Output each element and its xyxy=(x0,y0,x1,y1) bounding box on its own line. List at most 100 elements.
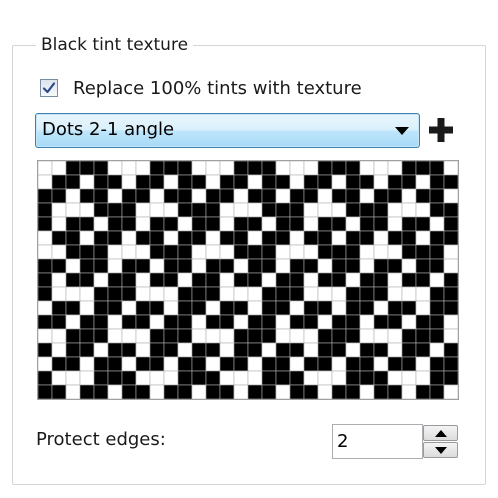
pattern-cell xyxy=(247,216,263,232)
pattern-cell xyxy=(443,202,458,218)
pattern-cell xyxy=(233,230,249,246)
texture-dropdown[interactable]: Dots 2-1 angle xyxy=(35,113,420,148)
pattern-cell xyxy=(205,272,221,288)
pattern-cell xyxy=(331,286,347,302)
pattern-cell xyxy=(205,244,221,260)
pattern-cell xyxy=(79,356,95,372)
pattern-cell xyxy=(51,328,67,344)
pattern-cell xyxy=(303,244,319,260)
pattern-cell xyxy=(317,216,333,232)
pattern-cell xyxy=(149,230,165,246)
pattern-cell xyxy=(177,286,193,302)
pattern-cell xyxy=(163,230,179,246)
pattern-cell xyxy=(443,384,458,399)
pattern-cell xyxy=(401,286,417,302)
pattern-cell xyxy=(107,244,123,260)
pattern-cell xyxy=(317,244,333,260)
pattern-cell xyxy=(135,244,151,260)
pattern-cell xyxy=(233,300,249,316)
pattern-cell xyxy=(429,258,445,274)
pattern-cell xyxy=(387,202,403,218)
chevron-down-icon xyxy=(395,127,409,135)
pattern-cell xyxy=(373,258,389,274)
replace-tints-checkbox-row[interactable]: Replace 100% tints with texture xyxy=(40,76,362,100)
pattern-cell xyxy=(401,384,417,399)
pattern-cell xyxy=(289,202,305,218)
pattern-cell xyxy=(135,216,151,232)
pattern-cell xyxy=(233,314,249,330)
pattern-cell xyxy=(79,272,95,288)
pattern-cell xyxy=(79,188,95,204)
pattern-cell xyxy=(149,286,165,302)
pattern-cell xyxy=(177,202,193,218)
pattern-cell xyxy=(415,328,431,344)
pattern-cell xyxy=(317,384,333,399)
pattern-cell xyxy=(177,272,193,288)
pattern-cell xyxy=(387,258,403,274)
pattern-cell xyxy=(303,370,319,386)
pattern-cell xyxy=(51,216,67,232)
spin-up-button[interactable] xyxy=(423,425,458,441)
replace-tints-label[interactable]: Replace 100% tints with texture xyxy=(73,78,362,99)
pattern-cell xyxy=(317,272,333,288)
pattern-cell xyxy=(275,300,291,316)
pattern-cell xyxy=(163,174,179,190)
pattern-cell xyxy=(289,216,305,232)
pattern-cell xyxy=(443,370,458,386)
pattern-cell xyxy=(149,370,165,386)
pattern-cell xyxy=(219,258,235,274)
pattern-cell xyxy=(233,258,249,274)
pattern-cell xyxy=(289,328,305,344)
pattern-cell xyxy=(303,161,319,176)
pattern-cell xyxy=(38,161,53,176)
pattern-cell xyxy=(121,174,137,190)
pattern-cell xyxy=(317,202,333,218)
pattern-cell xyxy=(331,188,347,204)
pattern-cell xyxy=(79,314,95,330)
pattern-cell xyxy=(65,314,81,330)
pattern-cell xyxy=(51,244,67,260)
pattern-cell xyxy=(149,342,165,358)
pattern-cell xyxy=(65,188,81,204)
pattern-cell xyxy=(51,230,67,246)
pattern-cell xyxy=(345,356,361,372)
spin-down-button[interactable] xyxy=(423,442,458,458)
pattern-cell xyxy=(233,272,249,288)
pattern-cell xyxy=(443,286,458,302)
pattern-cell xyxy=(135,230,151,246)
pattern-cell xyxy=(331,244,347,260)
pattern-cell xyxy=(177,342,193,358)
pattern-cell xyxy=(191,342,207,358)
pattern-cell xyxy=(79,161,95,176)
pattern-cell xyxy=(331,314,347,330)
pattern-cell xyxy=(191,216,207,232)
pattern-cell xyxy=(93,230,109,246)
pattern-cell xyxy=(261,370,277,386)
texture-dropdown-value: Dots 2-1 angle xyxy=(42,119,175,140)
pattern-cell xyxy=(121,370,137,386)
pattern-cell xyxy=(233,356,249,372)
plus-icon[interactable] xyxy=(428,117,454,143)
pattern-cell xyxy=(121,258,137,274)
replace-tints-checkbox[interactable] xyxy=(40,79,58,97)
pattern-cell xyxy=(261,188,277,204)
pattern-cell xyxy=(65,258,81,274)
pattern-cell xyxy=(79,230,95,246)
pattern-cell xyxy=(345,342,361,358)
pattern-cell xyxy=(163,244,179,260)
pattern-cell xyxy=(135,174,151,190)
pattern-cell xyxy=(219,356,235,372)
pattern-cell xyxy=(415,384,431,399)
pattern-cell xyxy=(93,328,109,344)
pattern-cell xyxy=(247,286,263,302)
pattern-cell xyxy=(261,328,277,344)
pattern-cell xyxy=(373,384,389,399)
pattern-cell xyxy=(387,272,403,288)
pattern-cell xyxy=(429,384,445,399)
pattern-cell xyxy=(79,286,95,302)
pattern-cell xyxy=(135,188,151,204)
pattern-cell xyxy=(261,244,277,260)
pattern-cell xyxy=(149,384,165,399)
protect-edges-input[interactable] xyxy=(332,424,423,459)
pattern-cell xyxy=(373,230,389,246)
